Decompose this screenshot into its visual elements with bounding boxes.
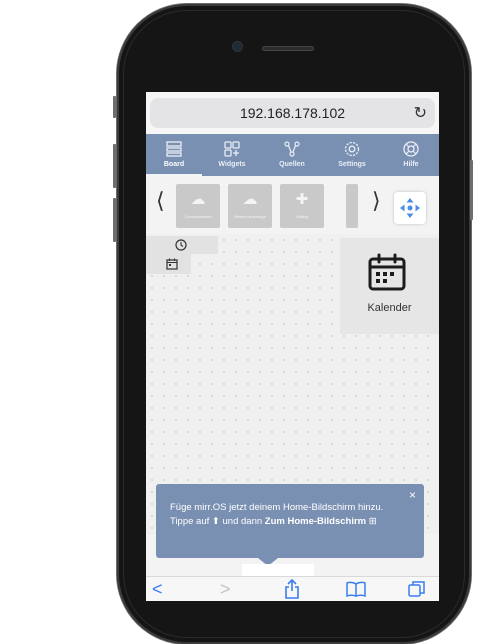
- nav-label-settings: Settings: [338, 161, 366, 168]
- back-button[interactable]: <: [152, 579, 163, 600]
- side-panel-label: Kalender: [367, 302, 412, 314]
- forward-button[interactable]: >: [220, 579, 231, 600]
- widget-tile-styling[interactable]: ✚ Styling: [280, 184, 324, 228]
- browser-toolbar: < >: [146, 576, 439, 601]
- nav-label-widgets: Widgets: [218, 161, 246, 168]
- picker-prev-button[interactable]: ⟨: [156, 188, 165, 214]
- close-icon[interactable]: ×: [409, 488, 416, 502]
- weather-icon: ☁: [190, 191, 206, 208]
- volume-down-button: [113, 198, 116, 242]
- tabs-icon[interactable]: [408, 580, 426, 598]
- board-icon: [166, 141, 182, 157]
- share-icon: ⬆︎: [211, 516, 220, 527]
- picker-next-button[interactable]: ⟩: [372, 188, 381, 214]
- front-camera: [233, 42, 242, 51]
- widget-tile-label: Currentweather: [184, 214, 212, 219]
- nav-label-board: Board: [163, 161, 185, 168]
- nav-label-quellen: Quellen: [279, 161, 305, 168]
- placed-widget-clock[interactable]: [146, 236, 218, 254]
- url-text: 192.168.178.102: [239, 105, 346, 121]
- address-bar-area: 192.168.178.102 ↻: [146, 92, 439, 134]
- placed-widget-calendar[interactable]: [146, 254, 191, 274]
- mute-switch: [113, 96, 116, 118]
- widget-tile-label: Styling: [295, 214, 308, 219]
- widget-tile-forecast[interactable]: ☁ Wettervorhersage: [228, 184, 272, 228]
- nav-label-hilfe: Hilfe: [403, 161, 419, 168]
- add-square-icon: ⊞: [368, 516, 377, 527]
- widget-tile-partial[interactable]: [346, 184, 358, 228]
- nav-item-board[interactable]: Board: [146, 134, 202, 176]
- nav-item-hilfe[interactable]: Hilfe: [383, 134, 439, 176]
- phone-screen: 192.168.178.102 ↻ Board Widgets Quellen …: [146, 92, 439, 601]
- widget-tile-label: Wettervorhersage: [234, 214, 266, 219]
- address-bar[interactable]: 192.168.178.102 ↻: [150, 98, 435, 128]
- move-arrows-icon: [400, 198, 420, 218]
- reload-icon[interactable]: ↻: [414, 103, 427, 123]
- bookmarks-icon[interactable]: [346, 581, 366, 597]
- move-button[interactable]: [394, 192, 426, 224]
- banner-text-part2: und dann: [222, 516, 263, 527]
- clock-icon: [175, 239, 187, 251]
- help-icon: [403, 141, 419, 157]
- share-icon[interactable]: [284, 579, 300, 599]
- banner-text: Füge mirr.OS jetzt deinem Home-Bildschir…: [170, 501, 400, 529]
- calendar-icon: [166, 258, 178, 270]
- app-nav-bar: Board Widgets Quellen Settings Hilfe: [146, 134, 439, 176]
- earpiece-speaker: [262, 46, 314, 51]
- styling-icon: ✚: [295, 191, 309, 208]
- forecast-icon: ☁: [242, 191, 258, 208]
- add-to-homescreen-banner: × Füge mirr.OS jetzt deinem Home-Bildsch…: [156, 484, 424, 558]
- widget-picker: ⟨ ☁ Currentweather ☁ Wettervorhersage ✚ …: [146, 176, 439, 234]
- calendar-icon: [368, 253, 406, 291]
- widget-tile-currentweather[interactable]: ☁ Currentweather: [176, 184, 220, 228]
- volume-up-button: [113, 144, 116, 188]
- widget-settings-panel[interactable]: Kalender: [340, 238, 439, 334]
- settings-icon: [344, 141, 360, 157]
- power-button: [470, 160, 473, 220]
- nav-item-quellen[interactable]: Quellen: [264, 134, 320, 176]
- nav-item-settings[interactable]: Settings: [324, 134, 380, 176]
- sources-icon: [284, 141, 300, 157]
- widgets-icon: [224, 141, 240, 157]
- nav-item-widgets[interactable]: Widgets: [204, 134, 260, 176]
- banner-text-bold: Zum Home-Bildschirm: [264, 516, 367, 527]
